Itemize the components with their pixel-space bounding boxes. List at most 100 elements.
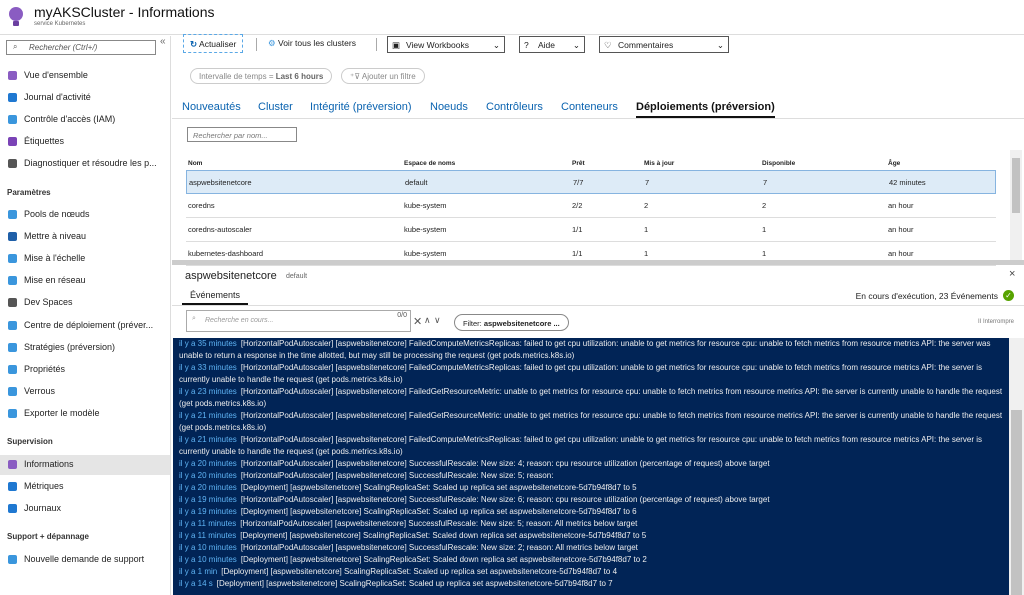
page-subtitle: service Kubernetes bbox=[34, 21, 86, 27]
sidebar-search-input[interactable]: ⌕ Rechercher (Ctrl+/) bbox=[6, 40, 156, 55]
table-cell: coredns-autoscaler bbox=[188, 225, 252, 234]
network-icon bbox=[8, 276, 17, 286]
sidebar-item-label: Journal d'activité bbox=[24, 92, 91, 102]
sidebar-item[interactable]: Vue d'ensemble bbox=[0, 66, 170, 86]
table-row[interactable]: aspwebsitenetcore default 7/7 7 7 42 minutes bbox=[186, 170, 996, 194]
sidebar-item[interactable]: Informations bbox=[0, 455, 170, 475]
events-scrollbar[interactable] bbox=[1009, 338, 1024, 595]
event-time: il y a 10 minutes bbox=[179, 555, 237, 564]
time-range-value: Last 6 hours bbox=[275, 72, 324, 81]
tab-item[interactable]: Cluster bbox=[258, 101, 293, 113]
collapse-sidebar-button[interactable]: « bbox=[160, 36, 166, 47]
event-entry: il y a 21 minutes [HorizontalPodAutoscale… bbox=[179, 434, 1005, 458]
pause-button[interactable]: II Interrompre bbox=[978, 319, 1014, 325]
table-cell: an hour bbox=[888, 225, 914, 234]
close-icon[interactable]: × bbox=[1009, 268, 1015, 280]
table-cell: 1 bbox=[762, 225, 767, 234]
refresh-label: Actualiser bbox=[199, 39, 237, 49]
tab-item[interactable]: Intégrité (préversion) bbox=[310, 101, 412, 113]
view-clusters-label: Voir tous les clusters bbox=[278, 38, 356, 48]
sidebar-item[interactable]: Verrous bbox=[0, 382, 170, 402]
event-entry: il y a 11 minutes [Deployment] [aspwebsit… bbox=[179, 530, 1005, 542]
tab-item[interactable]: Conteneurs bbox=[561, 101, 618, 113]
sidebar-item-label: Mettre à niveau bbox=[24, 231, 87, 242]
sidebar-item[interactable]: Pools de nœuds bbox=[0, 205, 170, 225]
table-cell: 2 bbox=[644, 201, 649, 210]
event-entry: il y a 11 minutes [HorizontalPodAutoscale… bbox=[179, 518, 1005, 530]
next-match-icon[interactable]: ∨ bbox=[434, 315, 441, 326]
sidebar-item[interactable]: Étiquettes bbox=[0, 132, 170, 152]
node-pools-icon bbox=[8, 210, 17, 219]
sidebar-item[interactable]: Nouvelle demande de support bbox=[0, 550, 170, 570]
event-text: [HorizontalPodAutoscaler] [aspwebsitenet… bbox=[240, 495, 770, 504]
table-cell: kubernetes-dashboard bbox=[188, 249, 264, 258]
grid-search-input[interactable]: Rechercher par nom... bbox=[187, 127, 297, 142]
column-header[interactable]: Prêt bbox=[572, 160, 585, 167]
event-time: il y a 1 min bbox=[179, 567, 218, 576]
wrench-icon bbox=[8, 159, 17, 168]
table-cell: an hour bbox=[888, 201, 914, 210]
help-dropdown[interactable]: ? Aide ⌄ bbox=[519, 36, 585, 53]
table-row[interactable]: coredns-autoscaler kube-system 1/1 1 1 an hou… bbox=[186, 218, 996, 242]
sidebar-item[interactable]: Mettre à niveau bbox=[0, 227, 170, 247]
event-text: [Deployment] [aspwebsitenetcore] Scaling… bbox=[240, 507, 637, 516]
sidebar-item[interactable]: Dev Spaces bbox=[0, 293, 170, 313]
sidebar-item[interactable]: Centre de déploiement (préver... bbox=[0, 316, 170, 336]
event-entry: il y a 19 minutes [HorizontalPodAutoscale… bbox=[179, 494, 1005, 506]
sidebar-item[interactable]: Mise en réseau bbox=[0, 271, 170, 291]
filter-icon: ⁺⊽ bbox=[350, 72, 361, 81]
table-cell: coredns bbox=[188, 201, 215, 210]
sidebar-item[interactable]: Propriétés bbox=[0, 360, 170, 380]
column-header[interactable]: Âge bbox=[888, 160, 900, 167]
view-all-clusters-button[interactable]: ⚙ Voir tous les clusters bbox=[262, 34, 362, 53]
event-entry: il y a 10 minutes [HorizontalPodAutoscale… bbox=[179, 542, 1005, 554]
time-range-label: Intervalle de temps = bbox=[199, 72, 276, 81]
clear-search-icon[interactable]: ✕ bbox=[413, 315, 422, 328]
refresh-button[interactable]: ↻ Actualiser bbox=[183, 34, 244, 53]
sidebar-item[interactable]: Journaux bbox=[0, 499, 170, 519]
sidebar-item[interactable]: Métriques bbox=[0, 477, 170, 497]
event-time: il y a 23 minutes bbox=[179, 387, 237, 396]
sidebar-section-title: Support + dépannage bbox=[7, 532, 90, 541]
sidebar-item[interactable]: Journal d'activité bbox=[0, 88, 170, 108]
column-header[interactable]: Disponible bbox=[762, 160, 795, 167]
activity-log-icon bbox=[8, 93, 17, 102]
workbooks-label: View Workbooks bbox=[406, 40, 469, 50]
event-text: [HorizontalPodAutoscaler] [aspwebsitenet… bbox=[179, 363, 983, 384]
grid-scrollbar[interactable] bbox=[1010, 150, 1022, 260]
sidebar-item-label: Nouvelle demande de support bbox=[24, 554, 145, 564]
sidebar-item[interactable]: Contrôle d'accès (IAM) bbox=[0, 110, 170, 130]
event-entry: il y a 20 minutes [HorizontalPodAutoscale… bbox=[179, 458, 1005, 470]
column-header[interactable]: Mis à jour bbox=[644, 160, 674, 167]
tab-item[interactable]: Contrôleurs bbox=[486, 101, 543, 113]
events-log: il y a 35 minutes [HorizontalPodAutoscale… bbox=[173, 338, 1009, 595]
feedback-dropdown[interactable]: ♡ Commentaires ⌄ bbox=[599, 36, 729, 53]
divider bbox=[256, 38, 257, 51]
events-search-input[interactable]: ⌕ Recherche en cours... 0/0 bbox=[186, 310, 411, 332]
filter-pill[interactable]: Filter: aspwebsitenetcore ... bbox=[454, 314, 569, 331]
search-icon: ⌕ bbox=[192, 315, 196, 322]
add-filter-button[interactable]: ⁺⊽ Ajouter un filtre bbox=[341, 68, 425, 84]
view-workbooks-dropdown[interactable]: ▣ View Workbooks ⌄ bbox=[387, 36, 505, 53]
event-entry: il y a 21 minutes [HorizontalPodAutoscale… bbox=[179, 410, 1005, 434]
column-header[interactable]: Espace de noms bbox=[404, 160, 455, 167]
table-cell: 7/7 bbox=[573, 178, 584, 187]
tab-item[interactable]: Nouveautés bbox=[182, 101, 241, 113]
sidebar-item-label: Centre de déploiement (préver... bbox=[24, 319, 154, 330]
sidebar-item-label: Pools de nœuds bbox=[24, 209, 90, 219]
column-header[interactable]: Nom bbox=[188, 160, 202, 167]
tab-events[interactable]: Événements bbox=[182, 290, 249, 305]
help-icon: ? bbox=[524, 40, 529, 50]
page-header: myAKSCluster - Informations service Kube… bbox=[0, 0, 1024, 35]
previous-match-icon[interactable]: ∧ bbox=[424, 315, 431, 326]
tab-item[interactable]: Noeuds bbox=[430, 101, 468, 113]
tab-item[interactable]: Déploiements (préversion) bbox=[636, 101, 775, 118]
time-range-filter[interactable]: Intervalle de temps = Last 6 hours bbox=[190, 68, 333, 84]
table-row[interactable]: coredns kube-system 2/2 2 2 an hour bbox=[186, 194, 996, 218]
sidebar-item[interactable]: Stratégies (préversion) bbox=[0, 338, 170, 358]
sidebar-item[interactable]: Exporter le modèle bbox=[0, 404, 170, 424]
sidebar-item[interactable]: Mise à l'échelle bbox=[0, 249, 170, 269]
event-entry: il y a 1 min [Deployment] [aspwebsitenetc… bbox=[179, 566, 1005, 578]
sidebar-item[interactable]: Diagnostiquer et résoudre les p... bbox=[0, 154, 170, 174]
iam-icon bbox=[8, 115, 17, 124]
